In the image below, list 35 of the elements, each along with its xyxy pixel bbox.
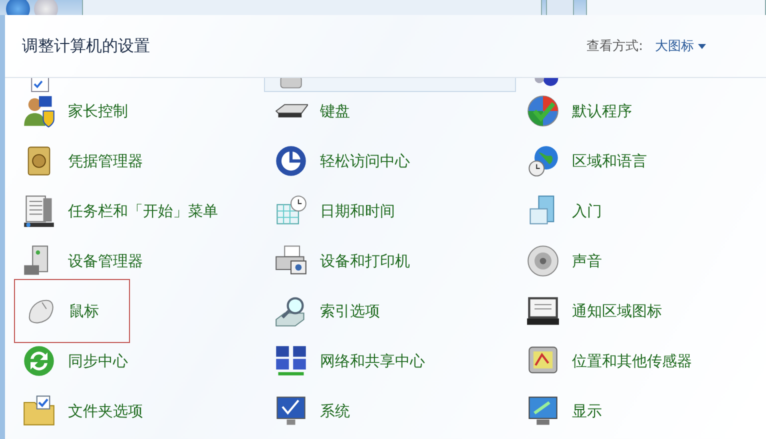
caret-icon — [698, 44, 706, 48]
control-panel-item[interactable]: 入门 — [518, 186, 602, 236]
control-panel-item[interactable]: 显示 — [518, 386, 602, 436]
control-panel-item[interactable]: 索引选项 — [266, 286, 380, 336]
control-panel-item[interactable]: 声音 — [518, 236, 602, 286]
display-icon — [526, 394, 560, 428]
page-title: 调整计算机的设置 — [22, 36, 151, 56]
control-panel-item[interactable]: 文件夹选项 — [14, 386, 143, 436]
taskbar-icon — [22, 194, 56, 228]
control-panel-item[interactable]: 家长控制 — [14, 86, 128, 136]
control-panel-item[interactable]: 区域和语言 — [518, 136, 647, 186]
control-panel-item[interactable]: 位置和其他传感器 — [518, 336, 692, 386]
view-label: 查看方式: — [586, 38, 643, 55]
control-panel-item[interactable]: 键盘 — [266, 86, 350, 136]
highlighted-item[interactable]: 鼠标 — [14, 279, 130, 343]
control-panel-item[interactable]: 设备和打印机 — [266, 236, 410, 286]
accessibility-icon — [274, 144, 308, 178]
control-panel-item[interactable]: 轻松访问中心 — [266, 136, 410, 186]
view-dropdown[interactable]: 大图标 — [655, 37, 706, 55]
folder-icon — [22, 394, 56, 428]
speaker-icon — [526, 244, 560, 278]
globe-clock-icon — [526, 144, 560, 178]
control-panel-item[interactable]: 凭据管理器 — [14, 136, 143, 186]
control-panel-item[interactable]: 通知区域图标 — [518, 286, 662, 336]
sync-icon — [22, 344, 56, 378]
people-shield-icon — [22, 94, 56, 128]
control-panel-item[interactable]: 系统 — [266, 386, 350, 436]
control-panel-item[interactable]: 网络和共享中心 — [266, 336, 425, 386]
control-panel-item[interactable]: 日期和时间 — [266, 186, 395, 236]
monitor-tray-icon — [526, 294, 560, 328]
control-panel-item[interactable]: 任务栏和「开始」菜单 — [14, 186, 218, 236]
network-icon — [274, 344, 308, 378]
monitor-icon — [274, 394, 308, 428]
colored-check-circle-icon — [526, 94, 560, 128]
control-panel-item[interactable]: 默认程序 — [518, 86, 632, 136]
